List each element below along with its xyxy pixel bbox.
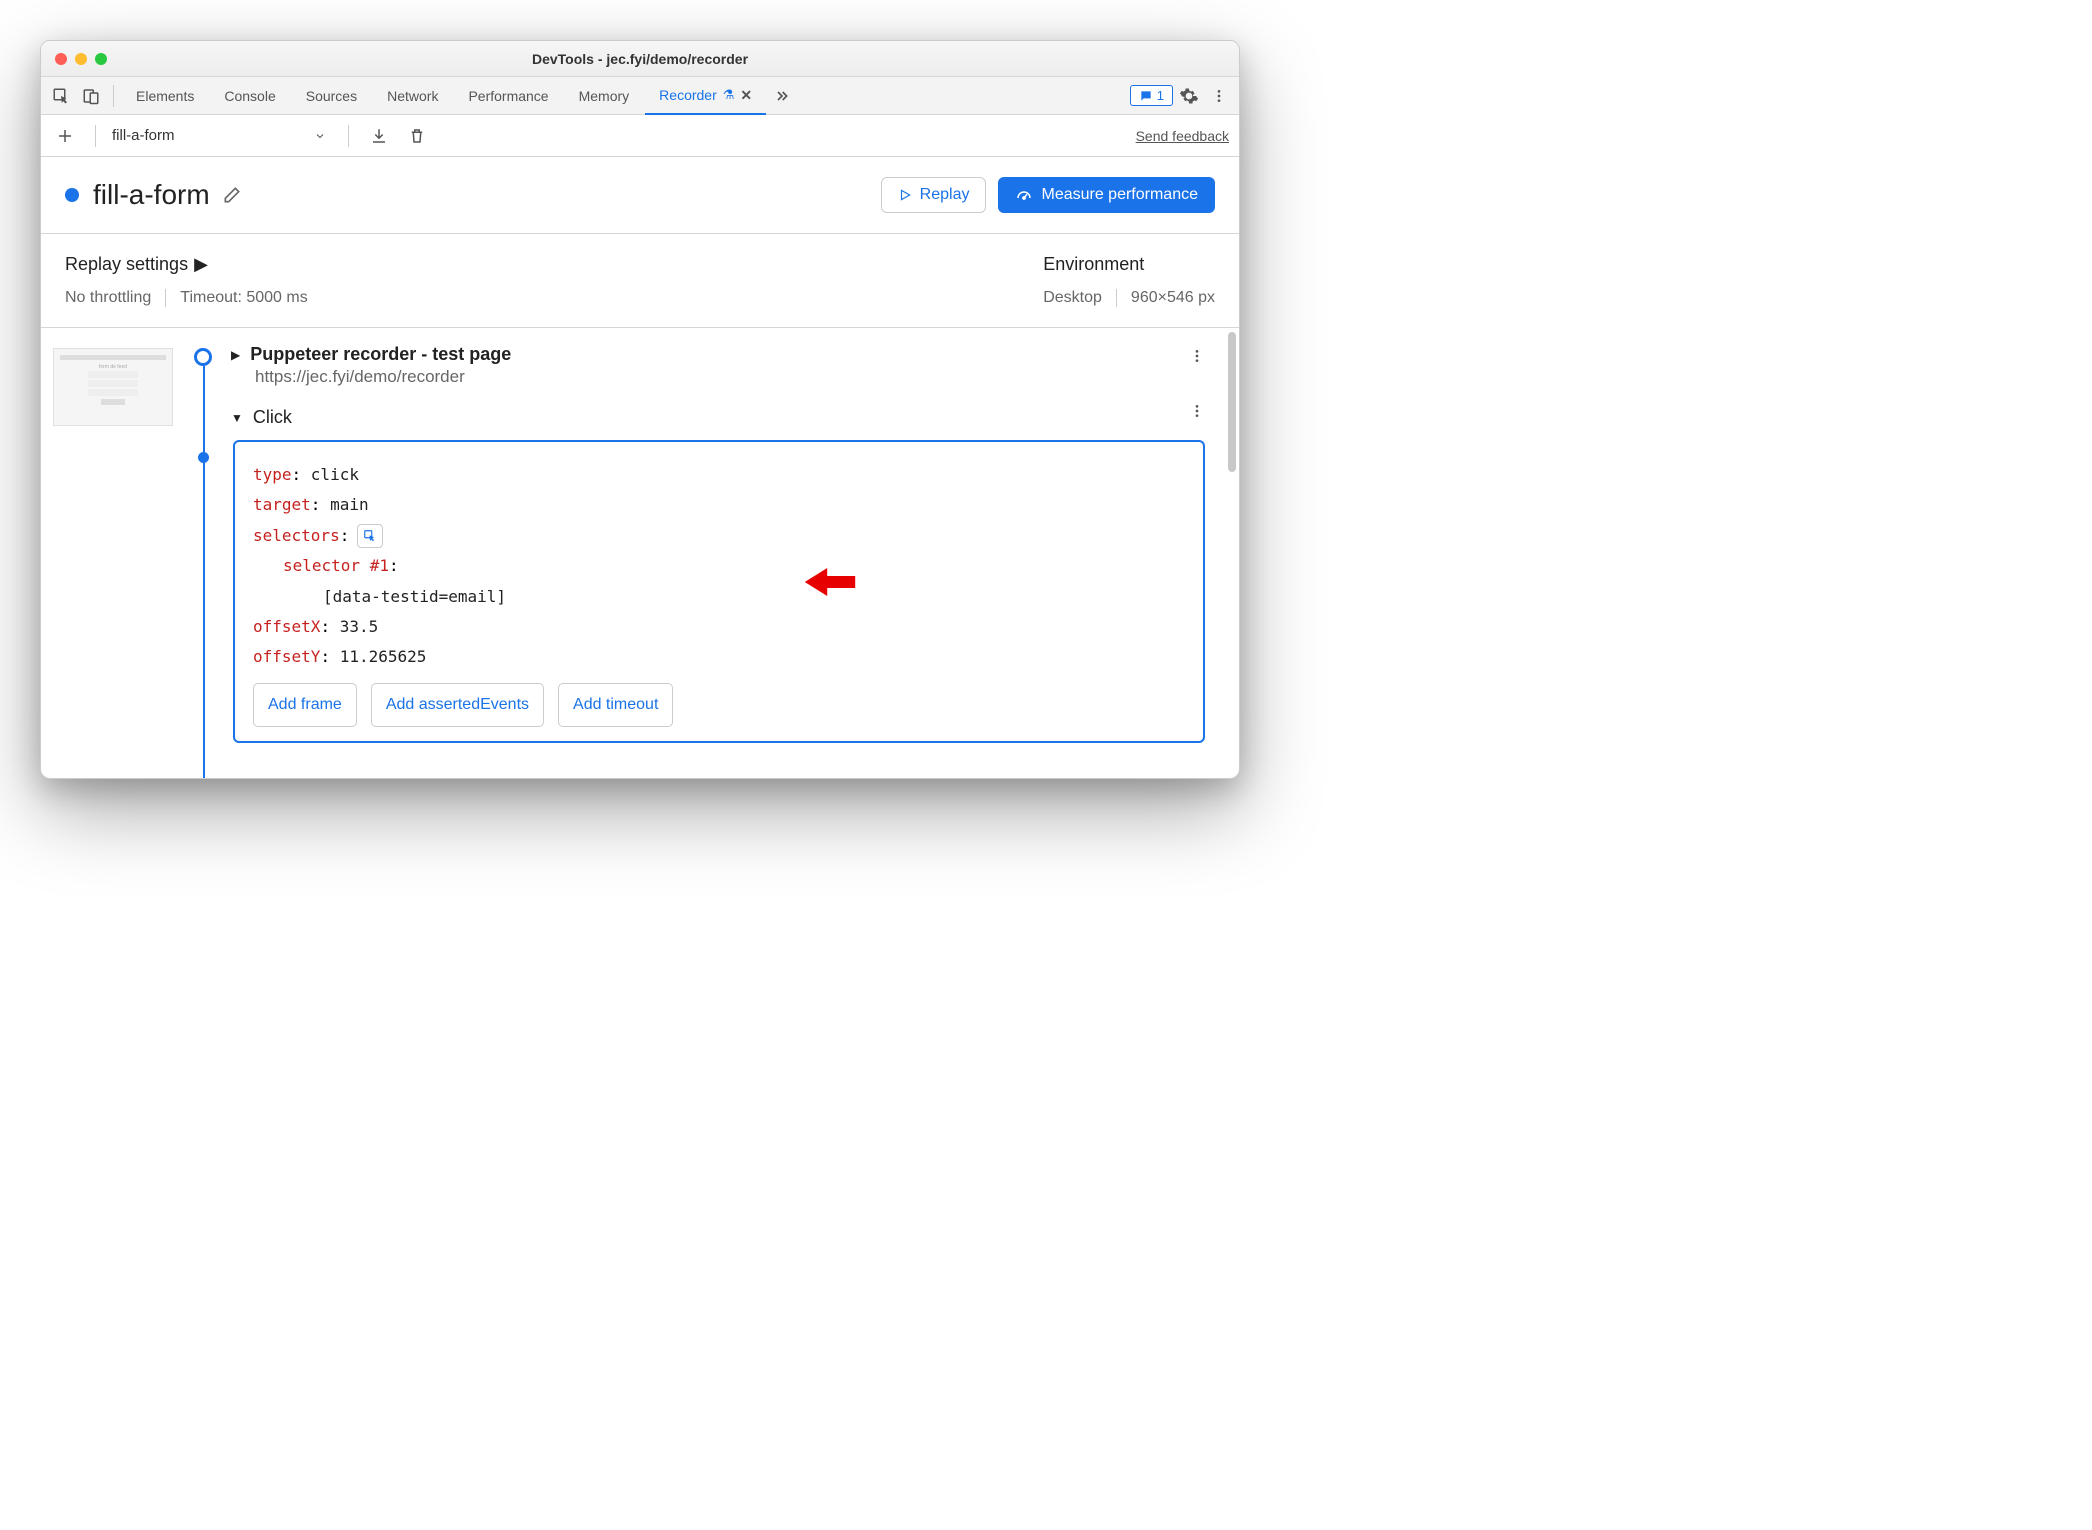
replay-settings-label: Replay settings (65, 254, 188, 275)
step-url: https://jec.fyi/demo/recorder (255, 367, 511, 387)
environment-label: Environment (1043, 254, 1215, 275)
add-row: Add frame Add assertedEvents Add timeout (253, 683, 1185, 727)
devtools-window: DevTools - jec.fyi/demo/recorder Element… (40, 40, 1240, 779)
page-thumbnail: form de feed (53, 348, 173, 426)
step-kebab-icon[interactable] (1169, 403, 1225, 419)
play-icon (898, 188, 912, 202)
minimize-icon[interactable] (75, 53, 87, 65)
step-header[interactable]: ▶ Puppeteer recorder - test page (231, 344, 511, 365)
step-click: ▼ Click (231, 407, 1231, 428)
status-dot (65, 188, 79, 202)
separator (113, 85, 114, 107)
kv-offsety[interactable]: offsetY: 11.265625 (253, 642, 1185, 672)
separator (348, 125, 349, 147)
add-asserted-events-button[interactable]: Add assertedEvents (371, 683, 544, 727)
chevron-down-icon: ▼ (231, 411, 243, 425)
inspect-icon[interactable] (47, 82, 75, 110)
recording-selector[interactable]: fill-a-form (112, 127, 332, 144)
close-tab-icon[interactable]: ✕ (740, 87, 752, 104)
step-navigate: ▶ Puppeteer recorder - test page https:/… (231, 344, 1231, 387)
kv-type[interactable]: type: click (253, 460, 1185, 490)
replay-label: Replay (920, 186, 970, 204)
chevron-right-icon: ▶ (231, 348, 240, 362)
more-tabs-icon[interactable] (768, 82, 796, 110)
throttling-value: No throttling (65, 289, 151, 307)
chevron-down-icon (314, 130, 326, 142)
tab-performance[interactable]: Performance (454, 77, 562, 115)
tab-sources[interactable]: Sources (292, 77, 371, 115)
add-timeout-button[interactable]: Add timeout (558, 683, 673, 727)
chevron-right-icon: ▶ (194, 254, 208, 275)
gauge-icon (1015, 186, 1033, 204)
separator (1116, 289, 1117, 307)
selector-picker-button[interactable] (357, 524, 383, 548)
step-header[interactable]: ▼ Click (231, 407, 292, 428)
replay-settings-toggle[interactable]: Replay settings ▶ (65, 254, 1043, 275)
tabbar: Elements Console Sources Network Perform… (41, 77, 1239, 115)
issues-badge[interactable]: 1 (1130, 85, 1173, 106)
tab-network[interactable]: Network (373, 77, 452, 115)
kebab-menu-icon[interactable] (1205, 82, 1233, 110)
recorder-toolbar: fill-a-form Send feedback (41, 115, 1239, 157)
timeout-value: Timeout: 5000 ms (180, 289, 307, 307)
maximize-icon[interactable] (95, 53, 107, 65)
recording-name: fill-a-form (112, 127, 175, 144)
titlebar: DevTools - jec.fyi/demo/recorder (41, 41, 1239, 77)
recorder-body: form de feed ▶ Puppeteer recorder - test… (41, 328, 1239, 778)
env-device: Desktop (1043, 289, 1102, 307)
step-title: Puppeteer recorder - test page (250, 344, 511, 365)
measure-performance-button[interactable]: Measure performance (998, 177, 1215, 213)
step-kebab-icon[interactable] (1169, 348, 1225, 364)
tab-console[interactable]: Console (210, 77, 289, 115)
tab-elements[interactable]: Elements (122, 77, 208, 115)
replay-button[interactable]: Replay (881, 177, 987, 213)
selector-1-label: selector #1: (253, 551, 1185, 581)
step-detail-card: type: click target: main selectors: sele… (233, 440, 1205, 743)
issues-count: 1 (1157, 88, 1164, 103)
tab-recorder[interactable]: Recorder ⚗ ✕ (645, 77, 766, 115)
settings-row: Replay settings ▶ No throttling Timeout:… (41, 234, 1239, 328)
traffic-lights (41, 53, 107, 65)
measure-label: Measure performance (1041, 186, 1198, 204)
export-button[interactable] (365, 122, 393, 150)
step-title: Click (253, 407, 292, 428)
timeline-line (203, 366, 205, 778)
kv-offsetx[interactable]: offsetX: 33.5 (253, 612, 1185, 642)
kv-selectors: selectors: (253, 521, 383, 551)
window-title: DevTools - jec.fyi/demo/recorder (41, 51, 1239, 67)
separator (95, 125, 96, 147)
env-size: 960×546 px (1131, 289, 1215, 307)
tab-recorder-label: Recorder (659, 87, 717, 103)
device-toggle-icon[interactable] (77, 82, 105, 110)
edit-title-icon[interactable] (222, 185, 242, 205)
recording-title: fill-a-form (93, 179, 210, 211)
scrollbar[interactable] (1228, 332, 1236, 472)
recording-header: fill-a-form Replay Measure performance (41, 157, 1239, 234)
delete-button[interactable] (403, 122, 431, 150)
timeline-marker-step (198, 452, 209, 463)
close-icon[interactable] (55, 53, 67, 65)
tab-memory[interactable]: Memory (565, 77, 644, 115)
settings-gear-icon[interactable] (1175, 82, 1203, 110)
kv-target[interactable]: target: main (253, 490, 1185, 520)
timeline-marker-start (194, 348, 212, 366)
new-recording-button[interactable] (51, 122, 79, 150)
flask-icon: ⚗ (723, 87, 735, 103)
selector-1-value[interactable]: [data-testid=email] (253, 582, 1185, 612)
add-frame-button[interactable]: Add frame (253, 683, 357, 727)
separator (165, 289, 166, 307)
send-feedback-link[interactable]: Send feedback (1136, 128, 1229, 144)
timeline: ▶ Puppeteer recorder - test page https:/… (191, 344, 1231, 778)
annotation-arrow-icon (802, 564, 858, 600)
